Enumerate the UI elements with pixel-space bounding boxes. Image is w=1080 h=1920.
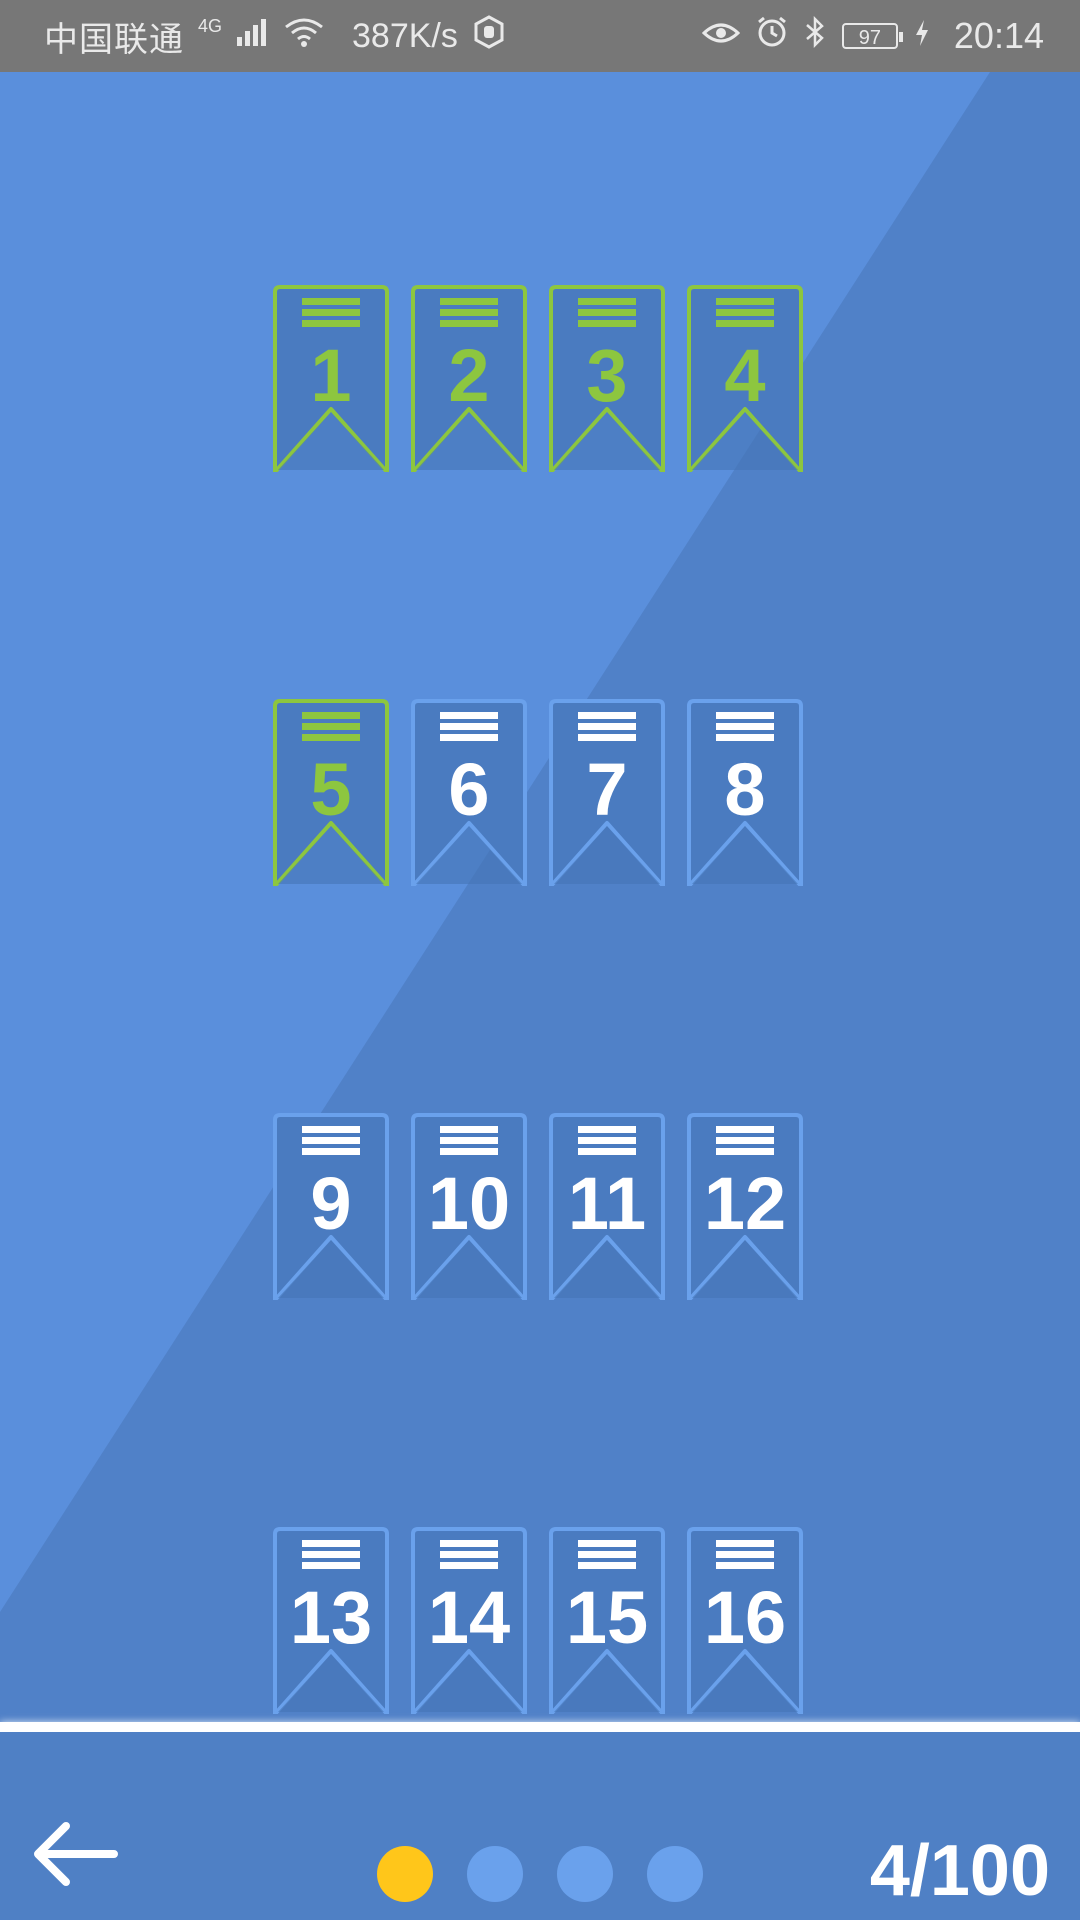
level-badge[interactable]: 5: [272, 698, 390, 886]
level-badge[interactable]: 8: [686, 698, 804, 886]
back-arrow-icon[interactable]: [30, 1814, 120, 1894]
progress-counter: 4/100: [869, 1831, 1050, 1911]
level-number: 7: [586, 748, 628, 831]
page-indicator: [377, 1846, 703, 1902]
clock-time: 20:14: [953, 15, 1044, 56]
level-number: 16: [703, 1576, 787, 1659]
level-badge[interactable]: 9: [272, 1112, 390, 1300]
page-dot[interactable]: [467, 1846, 523, 1902]
level-badge[interactable]: 16: [686, 1526, 804, 1714]
background-diagonal: [0, 72, 1080, 1722]
bottom-divider: [0, 1722, 1080, 1732]
level-badge[interactable]: 12: [686, 1112, 804, 1300]
level-badge[interactable]: 4: [686, 284, 804, 472]
signal-icon: [236, 17, 270, 56]
page-dot[interactable]: [647, 1846, 703, 1902]
page-dot[interactable]: [557, 1846, 613, 1902]
level-number: 13: [289, 1576, 373, 1659]
level-badge[interactable]: 2: [410, 284, 528, 472]
hand-icon: [472, 14, 506, 58]
wifi-icon: [284, 17, 324, 56]
level-badge[interactable]: 7: [548, 698, 666, 886]
level-grid-area: 1 2 3 4 5 6 7 8 9 10 11 12 13 14 15 16: [0, 72, 1080, 1722]
level-badge[interactable]: 11: [548, 1112, 666, 1300]
network-speed: 387K/s: [352, 16, 458, 55]
bluetooth-icon: [804, 15, 826, 57]
charging-icon: [914, 17, 930, 56]
status-bar: 中国联通 4G 387K/s 97 20:14: [0, 0, 1080, 72]
level-number: 11: [567, 1162, 647, 1245]
alarm-icon: [756, 16, 788, 57]
level-number: 1: [310, 334, 352, 417]
battery-icon: 97: [841, 23, 903, 49]
level-badge[interactable]: 10: [410, 1112, 528, 1300]
level-number: 15: [565, 1576, 649, 1659]
level-badge[interactable]: 14: [410, 1526, 528, 1714]
level-number: 6: [448, 748, 490, 831]
level-number: 4: [724, 334, 766, 417]
level-number: 8: [724, 748, 766, 831]
level-number: 14: [427, 1576, 511, 1659]
bottom-bar: 4/100: [0, 1732, 1080, 1920]
level-number: 5: [310, 748, 352, 831]
level-number: 10: [427, 1162, 511, 1245]
level-badge[interactable]: 15: [548, 1526, 666, 1714]
level-badge[interactable]: 6: [410, 698, 528, 886]
carrier-name: 中国联通: [44, 20, 184, 59]
page-dot[interactable]: [377, 1846, 433, 1902]
level-number: 9: [310, 1162, 352, 1245]
level-number: 3: [586, 334, 628, 417]
eye-icon: [701, 17, 741, 56]
level-badge[interactable]: 13: [272, 1526, 390, 1714]
level-number: 12: [703, 1162, 787, 1245]
level-badge[interactable]: 1: [272, 284, 390, 472]
level-badge[interactable]: 3: [548, 284, 666, 472]
network-type: 4G: [198, 15, 223, 36]
level-number: 2: [448, 334, 490, 417]
